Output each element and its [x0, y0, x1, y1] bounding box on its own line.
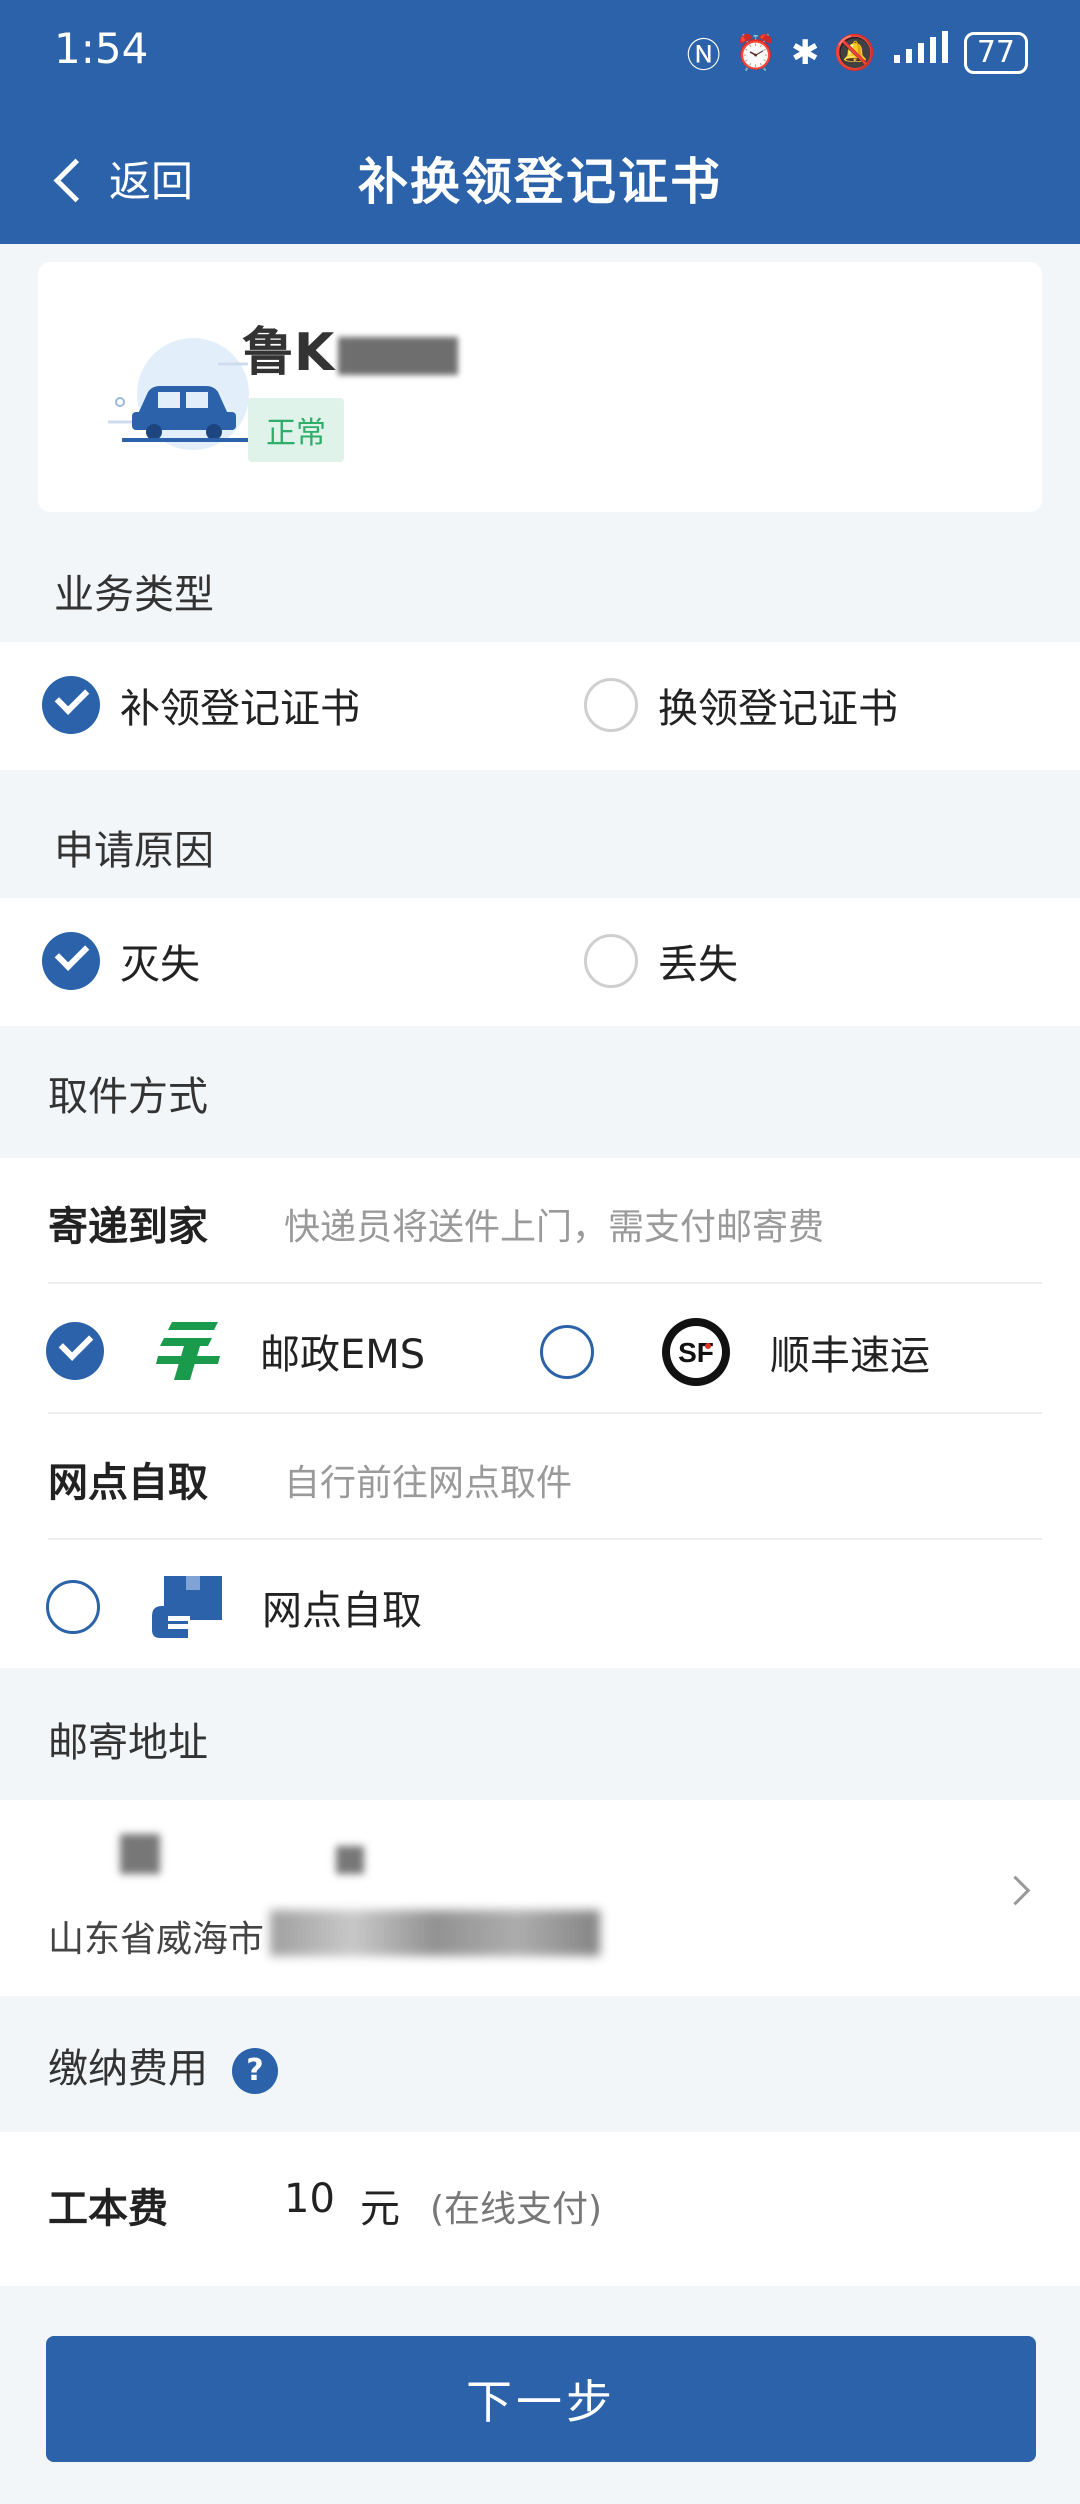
radio-icon — [540, 1325, 594, 1379]
divider — [48, 1412, 1042, 1414]
status-icons: Ⓝ ⏰ ✱ 🔕 77 — [687, 28, 1028, 77]
option-label: 补领登记证书 — [120, 686, 360, 732]
status-time: 1:54 — [54, 24, 149, 73]
svg-text:SF: SF — [678, 1337, 714, 1368]
address-line: 山东省威海市 — [48, 1919, 265, 1960]
option-label: 丢失 — [658, 942, 738, 988]
radio-icon — [584, 934, 638, 988]
car-icon — [108, 338, 252, 450]
ems-logo-icon — [156, 1322, 220, 1380]
option-label: 顺丰速运 — [770, 1333, 930, 1379]
nfc-icon: Ⓝ — [686, 36, 721, 76]
battery-icon: 77 — [963, 31, 1028, 74]
fees-title: 缴纳费用 — [48, 2046, 208, 2092]
plate-text: 鲁K — [242, 323, 335, 383]
fee-row: 工本费 10 元 (在线支付) — [0, 2132, 1080, 2286]
mute-icon: 🔕 — [833, 32, 876, 73]
option-replace-renew[interactable]: 换领登记证书 — [584, 676, 898, 734]
bluetooth-icon: ✱ — [790, 32, 820, 73]
section-business-type: 业务类型 — [54, 572, 214, 618]
divider — [48, 1538, 1042, 1540]
address-redaction — [336, 1846, 364, 1874]
section-address: 邮寄地址 — [48, 1720, 208, 1766]
checked-icon — [42, 676, 100, 734]
option-sf[interactable]: SF 顺丰速运 — [540, 1316, 930, 1388]
address-redaction — [270, 1910, 600, 1956]
fee-label: 工本费 — [48, 2186, 168, 2232]
page-title: 补换领登记证书 — [358, 153, 722, 211]
address-redaction — [120, 1834, 160, 1874]
option-self-pickup[interactable]: 网点自取 — [46, 1572, 422, 1642]
reason-row: 灭失 丢失 — [0, 898, 1080, 1026]
self-pickup-hint: 自行前往网点取件 — [284, 1463, 573, 1504]
delivery-label: 寄递到家 — [48, 1204, 208, 1250]
alarm-icon: ⏰ — [734, 32, 777, 73]
package-hand-icon — [152, 1576, 222, 1638]
option-label: 邮政EMS — [260, 1332, 426, 1378]
radio-icon — [584, 678, 638, 732]
fee-note: (在线支付) — [430, 2189, 603, 2230]
option-destroyed[interactable]: 灭失 — [42, 932, 200, 990]
help-icon[interactable]: ? — [232, 2048, 278, 2094]
fee-unit: 元 — [360, 2186, 400, 2232]
status-badge: 正常 — [248, 398, 344, 462]
address-row[interactable]: 山东省威海市 — [0, 1800, 1080, 1996]
app-header: 1:54 Ⓝ ⏰ ✱ 🔕 77 返回 补换领登记证书 — [0, 0, 1080, 244]
self-pickup-label: 网点自取 — [48, 1460, 208, 1506]
option-ems[interactable]: 邮政EMS — [46, 1316, 425, 1386]
option-label: 换领登记证书 — [658, 686, 898, 732]
section-reason: 申请原因 — [54, 828, 214, 874]
plate-number: 鲁K — [242, 310, 459, 385]
delivery-hint: 快递员将送件上门，需支付邮寄费 — [284, 1207, 825, 1248]
checked-icon — [42, 932, 100, 990]
section-pickup: 取件方式 — [48, 1074, 208, 1120]
checked-icon — [46, 1322, 104, 1380]
option-replace-lost[interactable]: 补领登记证书 — [42, 676, 360, 734]
signal-icon — [890, 31, 950, 74]
plate-redaction — [338, 337, 459, 375]
sf-logo-icon: SF — [662, 1318, 730, 1386]
divider — [48, 1282, 1042, 1284]
next-button[interactable]: 下一步 — [46, 2336, 1036, 2462]
option-label: 网点自取 — [262, 1588, 422, 1634]
option-label: 灭失 — [120, 942, 200, 988]
section-fees: 缴纳费用? — [48, 2036, 1080, 2094]
radio-icon — [46, 1580, 100, 1634]
chevron-right-icon — [1000, 1875, 1031, 1906]
vehicle-card: 鲁K 正常 — [38, 262, 1042, 512]
fee-amount: 10 — [284, 2176, 335, 2222]
option-lost[interactable]: 丢失 — [584, 932, 738, 990]
pickup-panel: 寄递到家 快递员将送件上门，需支付邮寄费 邮政EMS SF 顺丰速运 网点自取 … — [0, 1158, 1080, 1668]
business-type-row: 补领登记证书 换领登记证书 — [0, 642, 1080, 770]
